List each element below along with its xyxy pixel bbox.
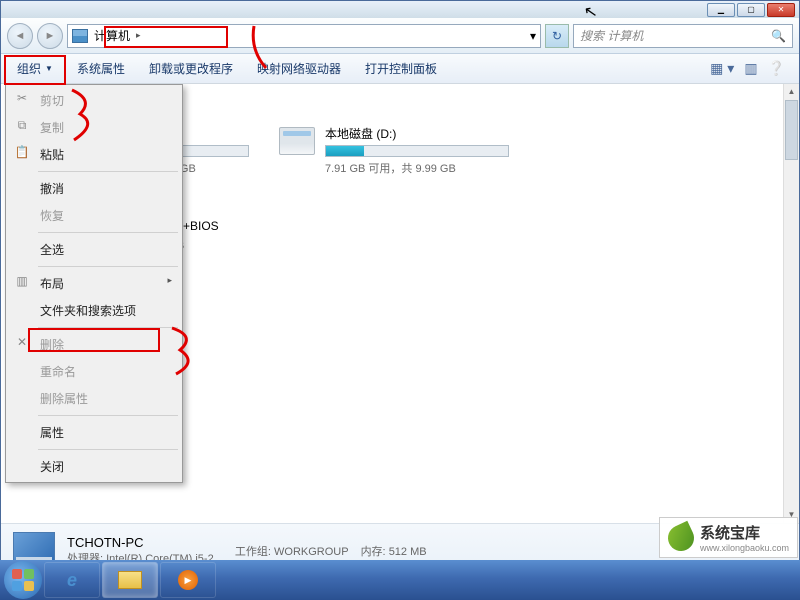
view-icon[interactable]: ▦ ▾ [710,60,734,77]
watermark-url: www.xilongbaoku.com [700,543,789,553]
menu-delete[interactable]: ✕删除 [8,331,180,358]
preview-pane-icon[interactable]: ▥ [744,60,757,77]
menu-selectall[interactable]: 全选 [8,236,180,263]
watermark-text: 系统宝库 [700,522,789,543]
organize-menu: ✂剪切 ⧉复制 📋粘贴 撤消 恢复 全选 ▥布局▸ 文件夹和搜索选项 ✕删除 重… [5,84,183,483]
system-properties-button[interactable]: 系统属性 [65,56,137,81]
control-panel-button[interactable]: 打开控制面板 [353,56,449,81]
search-placeholder: 搜索 计算机 [580,27,643,44]
menu-rename[interactable]: 重命名 [8,358,180,385]
nav-bar: ◄ ► 计算机 ▸ ▾ ↻ 搜索 计算机 🔍 [1,18,799,54]
content-area: 更盘 (2) 本地磁盘 (C:) 6.54 GB 可用，共 15.0 GB [1,84,799,523]
menu-properties[interactable]: 属性 [8,419,180,446]
search-input[interactable]: 搜索 计算机 🔍 [573,24,793,48]
drive-d-bar [325,145,509,157]
address-text: 计算机 [94,27,130,44]
menu-remove-props[interactable]: 删除属性 [8,385,180,412]
maximize-button[interactable]: ▢ [737,3,765,17]
hdd-icon [279,127,315,155]
scroll-thumb[interactable] [785,100,798,160]
menu-paste[interactable]: 📋粘贴 [8,141,180,168]
start-button[interactable] [4,561,42,599]
address-dropdown[interactable]: ▾ [530,29,536,43]
menu-redo[interactable]: 恢复 [8,202,180,229]
drive-d-label: 本地磁盘 (D:) [325,125,509,142]
watermark: 系统宝库 www.xilongbaoku.com [659,517,798,558]
uninstall-button[interactable]: 卸载或更改程序 [137,56,245,81]
drive-d-stat: 7.91 GB 可用，共 9.99 GB [325,160,509,176]
taskbar-ie[interactable]: e [44,562,100,598]
titlebar: ▁ ▢ ✕ [0,0,800,18]
organize-button[interactable]: 组织 ▼ [5,56,65,81]
taskbar-explorer[interactable] [102,562,158,598]
windows-logo-icon [12,569,34,591]
menu-layout[interactable]: ▥布局▸ [8,270,180,297]
refresh-button[interactable]: ↻ [545,24,569,48]
scrollbar[interactable]: ▲ ▼ [783,84,799,523]
dropdown-icon: ▼ [45,64,53,73]
drive-d[interactable]: 本地磁盘 (D:) 7.91 GB 可用，共 9.99 GB [279,125,509,176]
layout-icon: ▥ [14,273,30,289]
detail-workgroup: WORKGROUP [274,546,349,558]
minimize-button[interactable]: ▁ [707,3,735,17]
close-button[interactable]: ✕ [767,3,795,17]
detail-name: TCHOTN-PC [67,535,223,550]
forward-button[interactable]: ► [37,23,63,49]
menu-folder-options[interactable]: 文件夹和搜索选项 [8,297,180,324]
submenu-arrow-icon: ▸ [167,275,172,286]
command-bar: 组织 ▼ 系统属性 卸载或更改程序 映射网络驱动器 打开控制面板 ▦ ▾ ▥ ❔ [1,54,799,84]
menu-close[interactable]: 关闭 [8,453,180,480]
leaf-icon [664,520,699,555]
taskbar: e ▶ [0,560,800,600]
menu-cut[interactable]: ✂剪切 [8,87,180,114]
help-icon[interactable]: ❔ [768,60,785,77]
detail-memory: 512 MB [389,546,427,558]
copy-icon: ⧉ [14,117,30,133]
menu-undo[interactable]: 撤消 [8,175,180,202]
chevron-right-icon: ▸ [136,30,141,41]
cut-icon: ✂ [14,90,30,106]
computer-icon [72,29,88,43]
menu-copy[interactable]: ⧉复制 [8,114,180,141]
back-button[interactable]: ◄ [7,23,33,49]
delete-icon: ✕ [14,334,30,350]
search-icon: 🔍 [771,29,786,43]
scroll-up-icon[interactable]: ▲ [784,84,799,100]
map-drive-button[interactable]: 映射网络驱动器 [245,56,353,81]
address-bar[interactable]: 计算机 ▸ ▾ [67,24,541,48]
taskbar-mediaplayer[interactable]: ▶ [160,562,216,598]
explorer-window: ◄ ► 计算机 ▸ ▾ ↻ 搜索 计算机 🔍 组织 ▼ 系统属性 卸载或更改程序… [0,18,800,578]
paste-icon: 📋 [14,144,30,160]
